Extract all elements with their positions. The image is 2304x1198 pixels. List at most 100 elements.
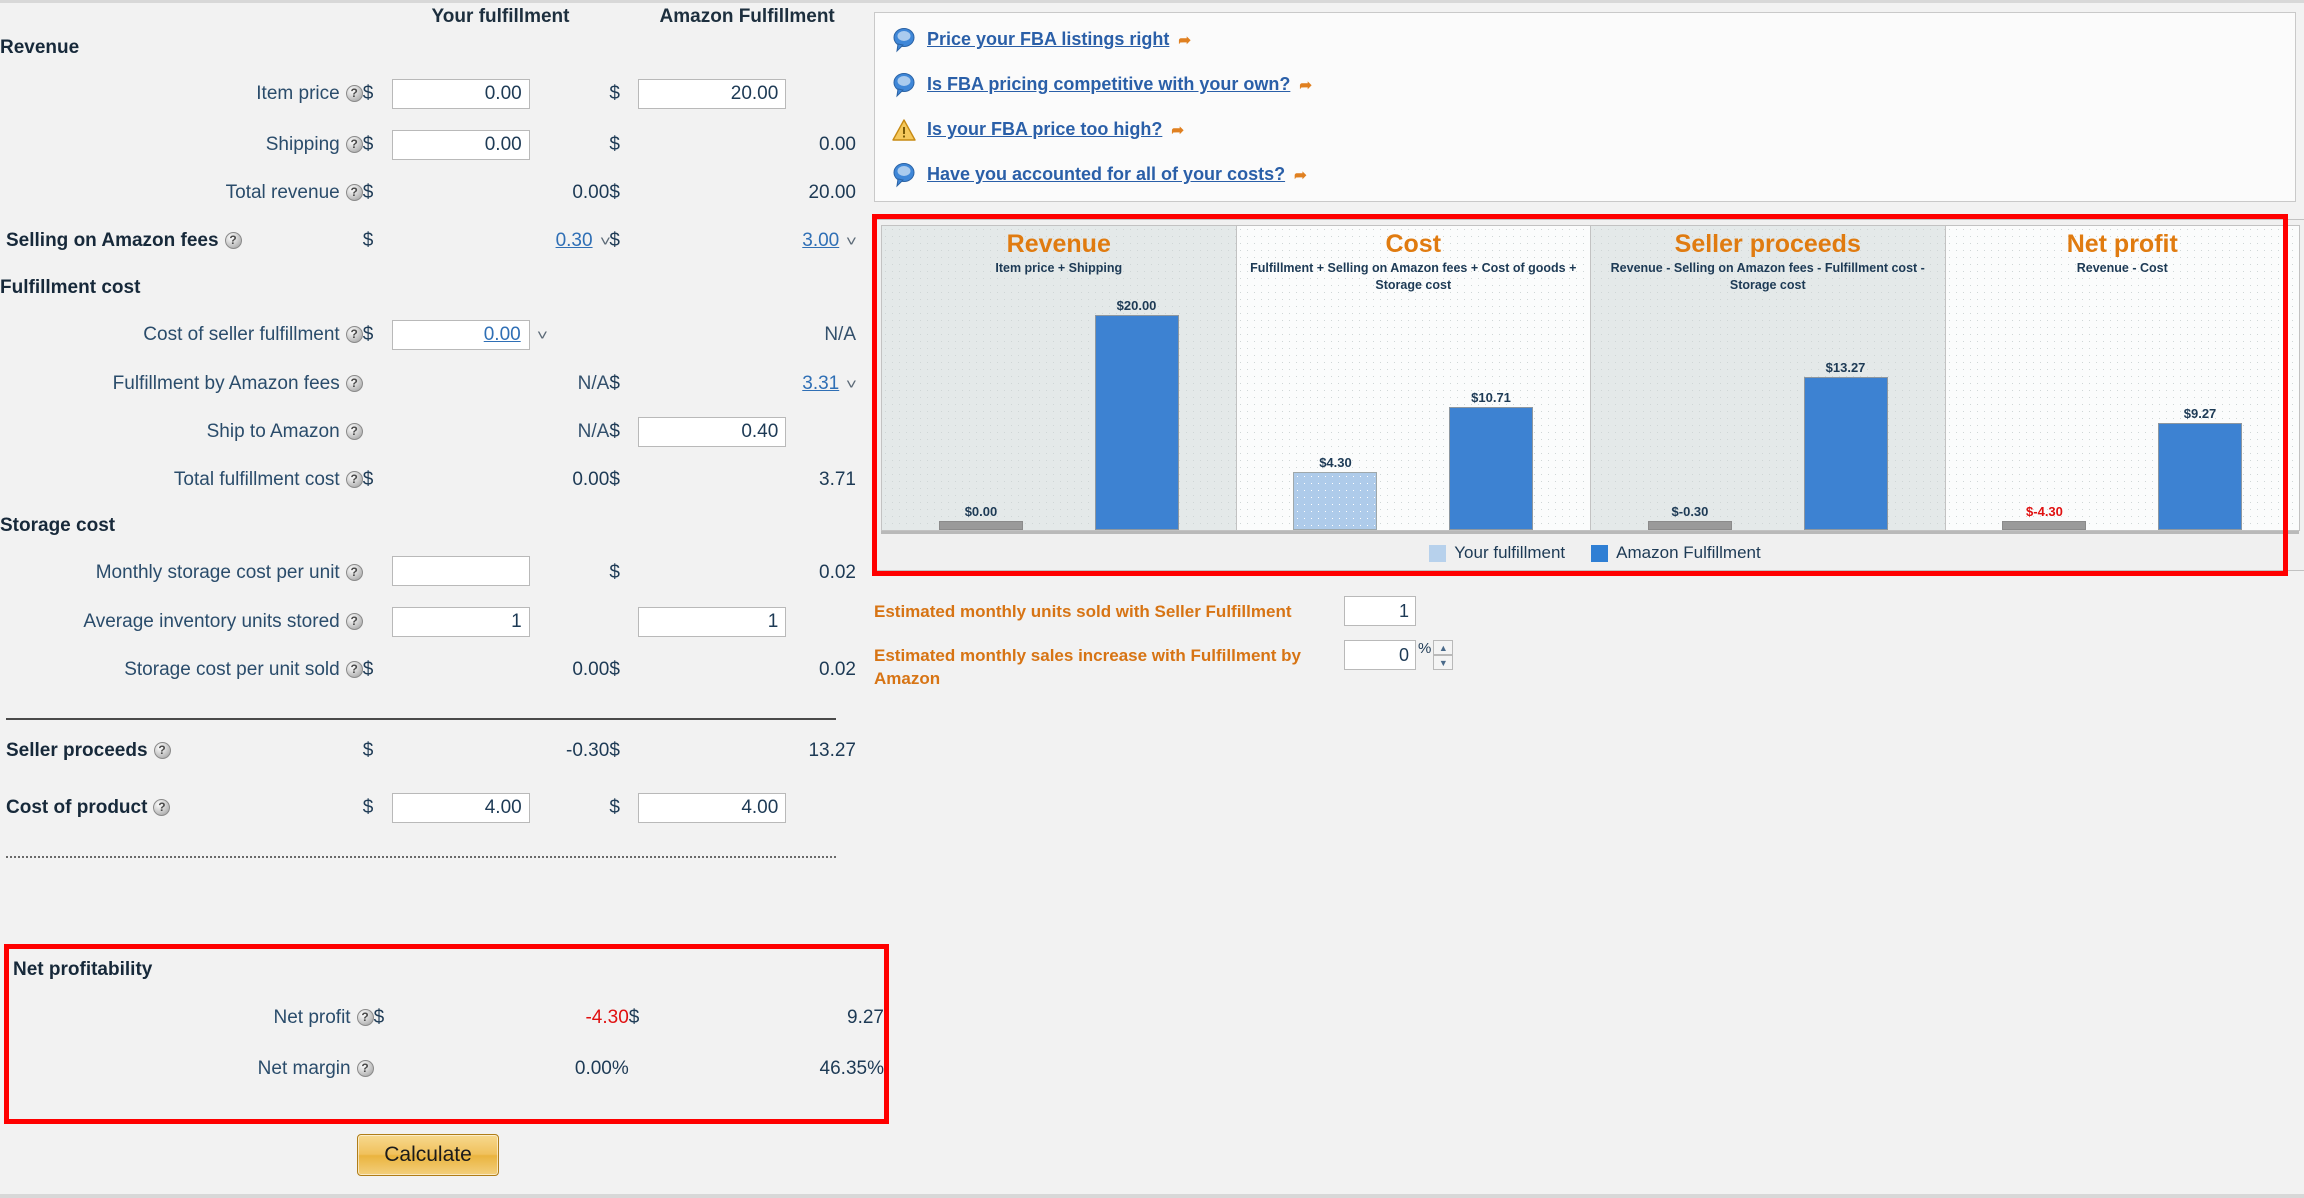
label-text: Storage cost per unit sold	[124, 659, 340, 680]
currency-symbol: $	[609, 421, 620, 442]
estimates-section: Estimated monthly units sold with Seller…	[874, 596, 1874, 705]
label-selling-on-amazon-fees: Selling on Amazon fees	[0, 216, 363, 266]
row-cost-of-product: Cost of product $ 4.00 $ 4.00	[0, 782, 856, 834]
label-fulfillment-by-amazon-fees: Fulfillment by Amazon fees	[0, 360, 363, 408]
top-divider	[0, 0, 2304, 3]
value-storage-cost-amazon: 0.02	[819, 659, 856, 680]
section-title-fulfillment-cost: Fulfillment cost	[0, 277, 141, 298]
help-icon[interactable]	[345, 136, 363, 153]
help-icon[interactable]	[345, 613, 363, 630]
section-storage-cost: Storage cost	[0, 504, 856, 548]
help-icon[interactable]	[345, 375, 363, 392]
spinner-control[interactable]: ▲ ▼	[1433, 640, 1454, 670]
spinner-up-icon[interactable]: ▲	[1433, 640, 1454, 655]
value-total-revenue-amazon: 20.00	[808, 182, 856, 203]
label-text: Seller proceeds	[6, 740, 148, 761]
section-fulfillment-cost: Fulfillment cost	[0, 266, 856, 310]
input-shipping-your[interactable]: 0.00	[391, 130, 530, 160]
link-fba-fees-amazon[interactable]: 3.31	[802, 373, 839, 394]
estimate-row-units-sold: Estimated monthly units sold with Seller…	[874, 596, 1874, 626]
bottom-divider	[0, 1194, 2304, 1198]
expand-chevron-icon[interactable]: ➦	[1299, 76, 1312, 94]
expand-chevron-icon[interactable]: ➦	[1178, 31, 1191, 49]
link-value[interactable]: 0.00	[484, 324, 521, 345]
help-icon[interactable]	[345, 471, 363, 488]
tip-link-fba-pricing-competitive[interactable]: Is FBA pricing competitive with your own…	[927, 74, 1290, 95]
input-item-price-amazon[interactable]: 20.00	[638, 79, 787, 109]
label-shipping: Shipping	[0, 120, 363, 170]
help-icon[interactable]	[153, 799, 171, 816]
currency-symbol: $	[609, 562, 620, 583]
help-icon[interactable]	[345, 184, 363, 201]
value-total-fulfillment-cost-amazon: 3.71	[819, 469, 856, 490]
label-estimated-units-sold: Estimated monthly units sold with Seller…	[874, 602, 1292, 621]
input-cost-of-seller-fulfillment-your[interactable]: 0.00	[391, 320, 530, 350]
row-total-fulfillment-cost: Total fulfillment cost $ 0.00 $ 3.71	[0, 456, 856, 504]
label-total-revenue: Total revenue	[0, 170, 363, 216]
calculate-button[interactable]: Calculate	[357, 1134, 499, 1176]
chevron-down-icon[interactable]: ˅	[537, 327, 548, 344]
help-icon[interactable]	[345, 423, 363, 440]
label-average-inventory-units: Average inventory units stored	[0, 598, 363, 646]
currency-symbol: $	[362, 134, 374, 155]
value-net-profit-your: -4.30	[585, 1007, 629, 1028]
label-storage-cost-per-unit-sold: Storage cost per unit sold	[0, 646, 363, 694]
tip-row[interactable]: Have you accounted for all of your costs…	[875, 156, 2295, 193]
help-icon[interactable]	[224, 232, 242, 249]
tip-row[interactable]: Is your FBA price too high? ➦	[875, 111, 2295, 148]
tip-link-fba-price-too-high[interactable]: Is your FBA price too high?	[927, 119, 1162, 140]
currency-symbol: $	[609, 83, 620, 104]
divider-row-2	[0, 834, 856, 858]
expand-chevron-icon[interactable]: ➦	[1294, 166, 1307, 184]
label-total-fulfillment-cost: Total fulfillment cost	[0, 456, 363, 504]
help-icon[interactable]	[345, 85, 363, 102]
currency-symbol: $	[609, 373, 620, 394]
currency-symbol: $	[609, 182, 620, 203]
row-net-profit: Net profit $ -4.30 $ 9.27	[9, 991, 884, 1045]
input-estimated-sales-increase[interactable]: 0	[1344, 640, 1416, 670]
tip-link-accounted-for-costs[interactable]: Have you accounted for all of your costs…	[927, 164, 1285, 185]
tip-link-price-listings[interactable]: Price your FBA listings right	[927, 29, 1169, 50]
help-icon[interactable]	[345, 661, 363, 678]
tips-panel: Price your FBA listings right ➦ Is FBA p…	[874, 12, 2296, 202]
label-text: Shipping	[265, 134, 340, 155]
help-icon[interactable]	[356, 1009, 374, 1026]
speech-bubble-icon	[893, 72, 915, 97]
input-cost-of-product-your[interactable]: 4.00	[391, 793, 530, 823]
expand-chevron-icon[interactable]: ➦	[1171, 121, 1184, 139]
label-text: Ship to Amazon	[206, 421, 340, 442]
value-net-profit-amazon: 9.27	[847, 1007, 884, 1028]
link-selling-fees-your[interactable]: 0.30	[556, 230, 593, 251]
section-title-revenue: Revenue	[0, 37, 80, 58]
currency-symbol: $	[362, 324, 374, 345]
input-monthly-storage-your[interactable]	[391, 555, 530, 586]
help-icon[interactable]	[345, 564, 363, 581]
label-text: Monthly storage cost per unit	[95, 562, 340, 583]
input-item-price-your[interactable]: 0.00	[391, 79, 530, 109]
input-average-inventory-your[interactable]: 1	[391, 607, 530, 637]
input-ship-to-amazon-amazon[interactable]: 0.40	[638, 417, 787, 447]
currency-symbol: $	[362, 797, 374, 818]
warning-triangle-icon	[892, 118, 916, 141]
net-profitability-box: Net profitability Net profit $ -4.30 $ 9…	[4, 944, 889, 1124]
help-icon[interactable]	[356, 1060, 374, 1077]
help-icon[interactable]	[153, 742, 171, 759]
spinner-down-icon[interactable]: ▼	[1433, 655, 1454, 670]
row-total-revenue: Total revenue $ 0.00 $ 20.00	[0, 170, 856, 216]
currency-symbol: $	[609, 740, 620, 761]
row-storage-cost-per-unit-sold: Storage cost per unit sold $ 0.00 $ 0.02	[0, 646, 856, 694]
percent-symbol: %	[1418, 640, 1432, 657]
tip-row[interactable]: Is FBA pricing competitive with your own…	[875, 66, 2295, 103]
input-average-inventory-amazon[interactable]: 1	[638, 607, 787, 637]
input-cost-of-product-amazon[interactable]: 4.00	[638, 793, 787, 823]
chevron-down-icon[interactable]: ˅	[599, 233, 610, 250]
help-icon[interactable]	[345, 326, 363, 343]
link-selling-fees-amazon[interactable]: 3.00	[802, 230, 839, 251]
input-estimated-units-sold[interactable]: 1	[1344, 596, 1416, 626]
tip-row[interactable]: Price your FBA listings right ➦	[875, 21, 2295, 58]
calculate-button-wrapper: Calculate	[0, 1134, 856, 1176]
divider-row	[0, 694, 856, 720]
label-text: Total revenue	[225, 182, 340, 203]
row-item-price: Item price $ 0.00 $ 20.00	[0, 68, 856, 120]
label-net-margin: Net margin	[9, 1045, 374, 1093]
